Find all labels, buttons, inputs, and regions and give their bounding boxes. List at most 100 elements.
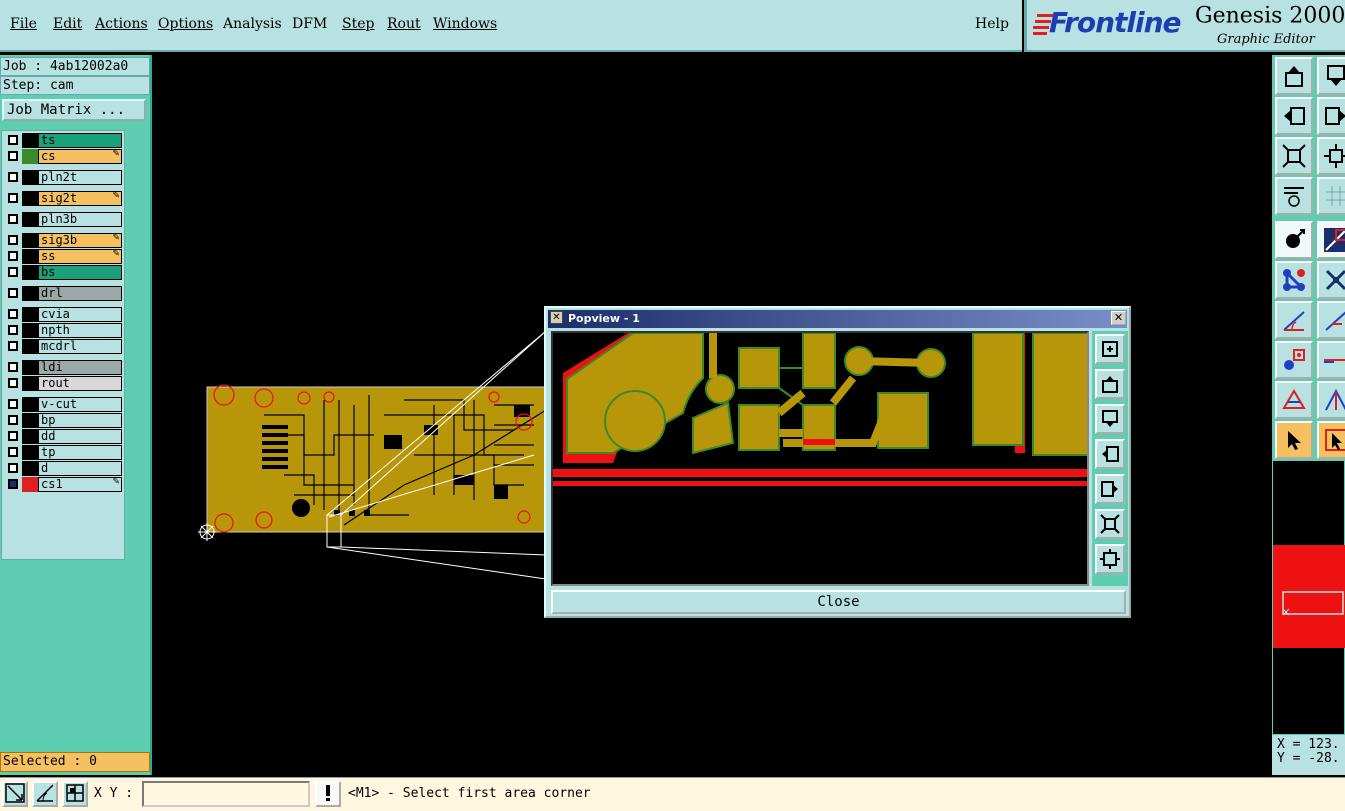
menu-analysis[interactable]: Analysis <box>223 16 282 32</box>
layer-checkbox[interactable] <box>8 151 18 161</box>
layer-name: drl <box>38 286 122 301</box>
select-button[interactable] <box>1275 421 1313 459</box>
alert-button[interactable] <box>315 781 341 807</box>
popview-close-button[interactable]: Close <box>551 590 1126 614</box>
center-button[interactable] <box>1275 341 1313 379</box>
measure-button[interactable] <box>1275 177 1313 215</box>
zoom-out-button[interactable] <box>1317 137 1345 175</box>
pan-down-button[interactable] <box>1317 57 1345 95</box>
layer-row-rout[interactable]: rout <box>4 376 122 391</box>
layer-checkbox[interactable] <box>8 447 18 457</box>
menu-edit-label: Edit <box>53 16 83 32</box>
layer-row-pln3b[interactable]: pln3b <box>4 212 122 227</box>
snap-diagonal-icon <box>5 783 25 803</box>
triangle-button[interactable] <box>1275 381 1313 419</box>
layer-checkbox[interactable] <box>8 288 18 298</box>
popview-zoom-in-button[interactable] <box>1095 334 1125 364</box>
popview-pan-right-button[interactable] <box>1095 474 1125 504</box>
layer-row-bs[interactable]: bs <box>4 265 122 280</box>
grid-button[interactable] <box>1317 177 1345 215</box>
job-matrix-button[interactable]: Job Matrix ... <box>2 99 146 121</box>
menu-help-label: Help <box>975 16 1009 32</box>
layer-checkbox[interactable] <box>8 341 18 351</box>
connect-button[interactable] <box>1275 261 1313 299</box>
layer-checkbox[interactable] <box>8 378 18 388</box>
layer-checkbox[interactable] <box>8 172 18 182</box>
layer-row-sig2t[interactable]: sig2t ✎ <box>4 191 122 206</box>
zoom-out-icon <box>1324 144 1345 168</box>
layer-checkbox[interactable] <box>8 135 18 145</box>
layer-row-d[interactable]: d <box>4 461 122 476</box>
layer-row-ts[interactable]: ts <box>4 133 122 148</box>
layer-checkbox[interactable] <box>8 309 18 319</box>
layer-color-swatch <box>22 307 38 322</box>
menu-analysis-label: Analysis <box>223 16 282 32</box>
menu-file[interactable]: File <box>10 16 37 32</box>
layer-checkbox[interactable] <box>8 325 18 335</box>
window-menu-icon[interactable]: ✕ <box>550 311 563 324</box>
menu-windows[interactable]: Windows <box>433 16 497 32</box>
popview-pan-up-button[interactable] <box>1095 369 1125 399</box>
menu-options[interactable]: Options <box>158 16 213 32</box>
layer-row-bp[interactable]: bp <box>4 413 122 428</box>
layer-checkbox[interactable] <box>8 415 18 425</box>
layer-checkbox[interactable] <box>8 479 18 489</box>
layer-row-ss[interactable]: ss ✎ <box>4 249 122 264</box>
layer-checkbox[interactable] <box>8 399 18 409</box>
layer-checkbox[interactable] <box>8 214 18 224</box>
snap-button[interactable] <box>2 781 28 807</box>
layer-row-tp[interactable]: tp <box>4 445 122 460</box>
angle-snap-button[interactable] <box>32 781 58 807</box>
pad-snap-button[interactable] <box>1275 221 1313 259</box>
menu-help[interactable]: Help <box>975 16 1009 32</box>
layer-row-cs[interactable]: cs ✎ <box>4 149 122 164</box>
xy-input[interactable] <box>142 781 310 807</box>
line-snap-button[interactable] <box>1317 221 1345 259</box>
command-bar: X Y : <M1> - Select first area corner <box>0 777 1345 811</box>
triangle-vertex-button[interactable] <box>1317 381 1345 419</box>
layer-row-ldi[interactable]: ldi <box>4 360 122 375</box>
layer-row-pln2t[interactable]: pln2t <box>4 170 122 185</box>
popview-canvas[interactable] <box>551 331 1089 586</box>
overview-panel[interactable] <box>1272 460 1345 735</box>
menu-rout[interactable]: Rout <box>387 16 421 32</box>
pan-right-button[interactable] <box>1317 97 1345 135</box>
menu-edit[interactable]: Edit <box>53 16 82 32</box>
menu-dfm[interactable]: DFM <box>292 16 327 32</box>
pan-left-button[interactable] <box>1275 97 1313 135</box>
zoom-fit-button[interactable] <box>1275 137 1313 175</box>
layer-row-mcdrl[interactable]: mcdrl <box>4 339 122 354</box>
layer-row-npth[interactable]: npth <box>4 323 122 338</box>
popview-pan-down-button[interactable] <box>1095 404 1125 434</box>
layer-row-v-cut[interactable]: v-cut <box>4 397 122 412</box>
layer-row-cs1[interactable]: cs1 ✎ <box>4 477 122 492</box>
disconnect-button[interactable] <box>1317 261 1345 299</box>
layer-row-cvia[interactable]: cvia <box>4 307 122 322</box>
popview-fit-button[interactable] <box>1095 509 1125 539</box>
pan-up-button[interactable] <box>1275 57 1313 95</box>
grid-snap-button[interactable] <box>62 781 88 807</box>
horizontal-button[interactable] <box>1317 341 1345 379</box>
layer-checkbox[interactable] <box>8 251 18 261</box>
popview-close-icon[interactable]: ✕ <box>1111 311 1126 325</box>
layer-checkbox[interactable] <box>8 362 18 372</box>
layer-color-swatch <box>22 286 38 301</box>
layer-checkbox[interactable] <box>8 267 18 277</box>
popview-zoom-out-button[interactable] <box>1095 544 1125 574</box>
angle-button[interactable] <box>1275 301 1313 339</box>
layer-row-drl[interactable]: drl <box>4 286 122 301</box>
menu-step[interactable]: Step <box>342 16 374 32</box>
popview-pan-left-button[interactable] <box>1095 439 1125 469</box>
layer-checkbox[interactable] <box>8 431 18 441</box>
layer-checkbox[interactable] <box>8 193 18 203</box>
layer-row-dd[interactable]: dd <box>4 429 122 444</box>
slope-button[interactable] <box>1317 301 1345 339</box>
menu-actions[interactable]: Actions <box>95 16 148 32</box>
layer-name: v-cut <box>38 397 122 412</box>
layer-row-sig3b[interactable]: sig3b ✎ <box>4 233 122 248</box>
layer-checkbox[interactable] <box>8 235 18 245</box>
select-area-button[interactable] <box>1317 421 1345 459</box>
layer-color-swatch <box>22 429 38 444</box>
layer-checkbox[interactable] <box>8 463 18 473</box>
line-snap-icon <box>1324 228 1345 252</box>
